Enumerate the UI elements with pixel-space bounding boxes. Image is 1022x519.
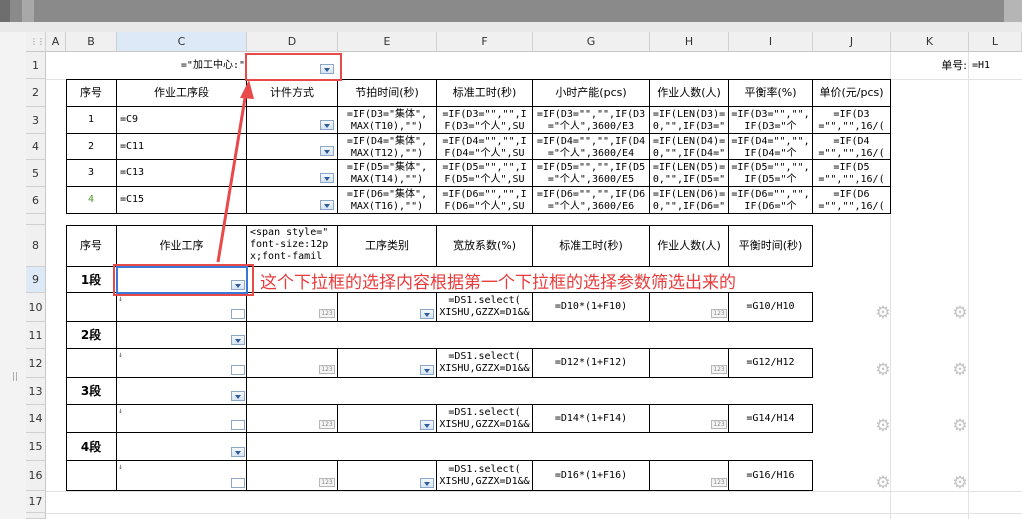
annotation-arrow-icon (216, 80, 254, 263)
annotation-text: 这个下拉框的选择内容根据第一个下拉框的选择参数筛选出来的 (260, 273, 736, 293)
